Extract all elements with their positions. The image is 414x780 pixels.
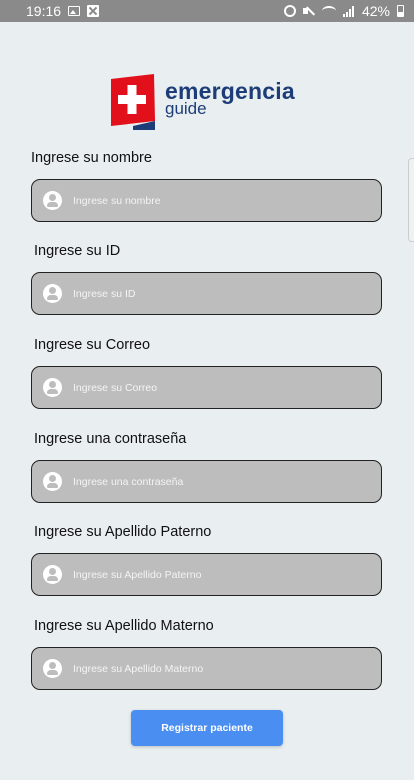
person-icon	[43, 659, 62, 678]
email-field-box[interactable]	[31, 366, 382, 409]
email-input[interactable]	[73, 381, 353, 394]
image-icon	[68, 6, 81, 16]
close-box-icon	[87, 5, 100, 17]
maternal-surname-input[interactable]	[73, 662, 353, 675]
battery-icon	[397, 5, 404, 17]
logo-subtitle: guide	[165, 99, 207, 118]
person-icon	[43, 284, 62, 303]
paternal-surname-input[interactable]	[73, 568, 353, 581]
email-label: Ingrese su Correo	[34, 337, 151, 353]
alarm-icon	[283, 5, 296, 17]
password-input[interactable]	[73, 475, 353, 488]
person-icon	[43, 565, 62, 584]
status-time: 19:16	[26, 3, 62, 19]
side-drawer-handle[interactable]	[408, 158, 414, 242]
password-field-box[interactable]	[31, 460, 382, 503]
name-input[interactable]	[73, 194, 353, 207]
paternal-surname-field-box[interactable]	[31, 553, 382, 596]
id-input[interactable]	[73, 287, 353, 300]
signal-icon	[342, 5, 355, 17]
red-cross-icon	[111, 74, 155, 130]
id-field-box[interactable]	[31, 272, 382, 315]
name-field-box[interactable]	[31, 179, 382, 222]
person-icon	[43, 472, 62, 491]
person-icon	[43, 191, 62, 210]
status-bar: 19:16 42%	[0, 0, 414, 22]
id-label: Ingrese su ID	[34, 243, 121, 259]
register-patient-button[interactable]: Registrar paciente	[131, 710, 283, 746]
status-bar-right: 42%	[283, 3, 404, 19]
battery-percent: 42%	[361, 3, 390, 19]
status-bar-left: 19:16	[26, 3, 100, 19]
name-label: Ingrese su nombre	[31, 150, 152, 166]
maternal-surname-label: Ingrese su Apellido Materno	[34, 618, 214, 634]
person-icon	[43, 378, 62, 397]
paternal-surname-label: Ingrese su Apellido Paterno	[34, 524, 212, 540]
mute-icon	[302, 5, 315, 17]
maternal-surname-field-box[interactable]	[31, 647, 382, 690]
password-label: Ingrese una contraseña	[34, 431, 187, 447]
app-logo: emergencia guide	[111, 74, 311, 130]
wifi-icon	[321, 6, 336, 16]
